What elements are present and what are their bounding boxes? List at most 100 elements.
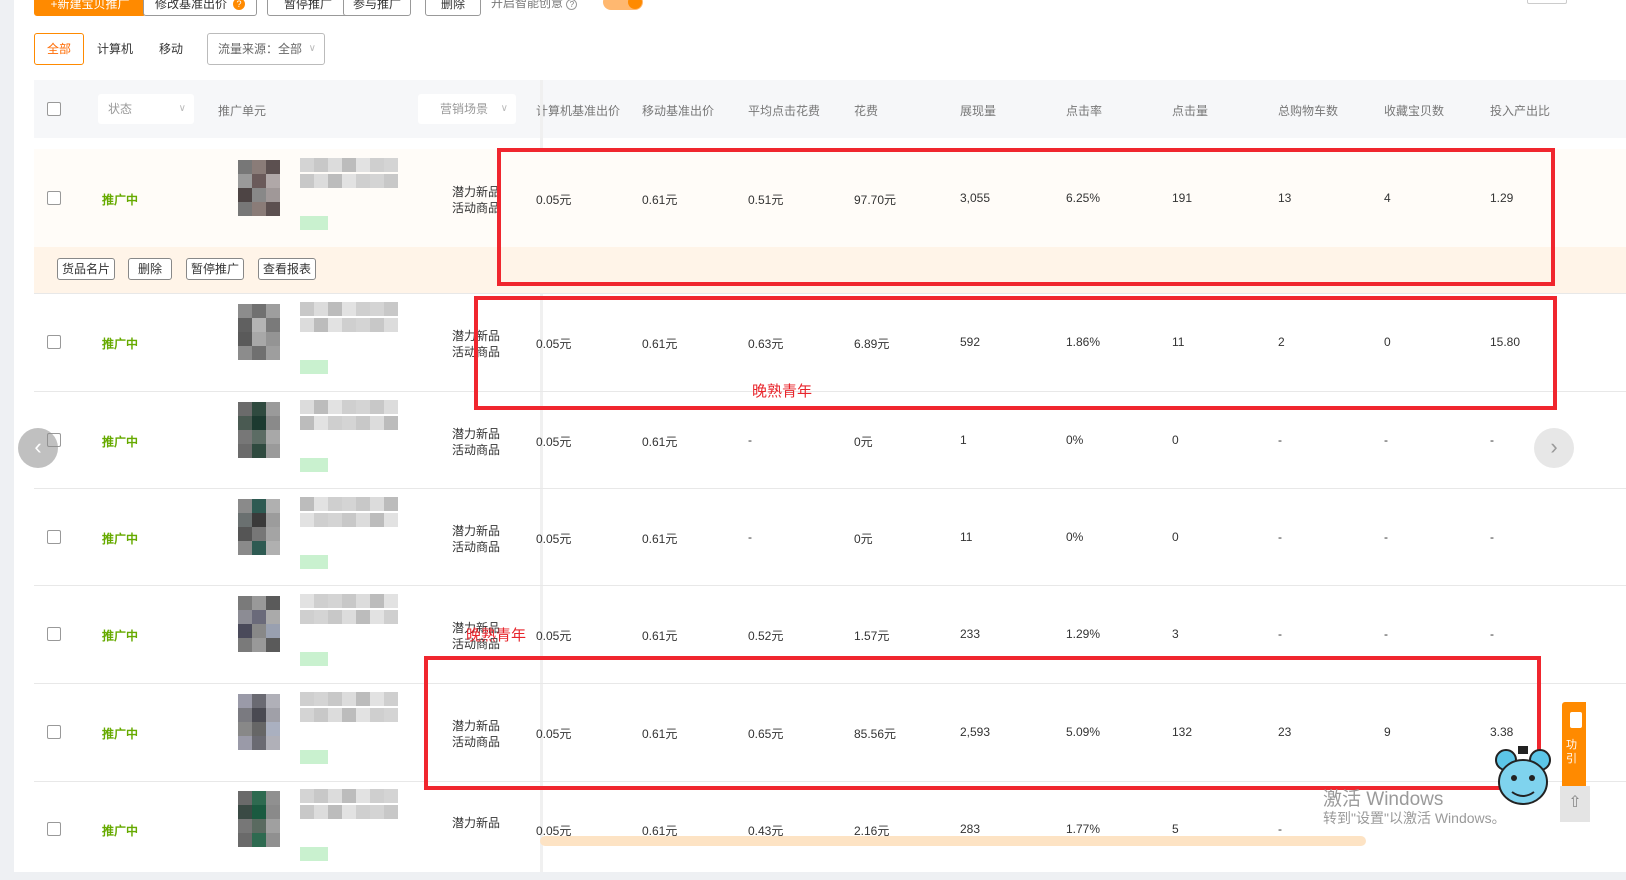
tab-computer[interactable]: 计算机 [84,33,146,65]
thumbnail-pixel [266,304,280,318]
back-to-top-button[interactable]: ⇧ [1560,786,1590,822]
product-tag [300,847,328,861]
view-report-button[interactable]: 查看报表 [258,258,316,280]
title-pixel [342,497,356,511]
title-pixel [328,692,342,706]
smart-creative-label: 开启智能创意 ? [491,0,578,11]
metric-header[interactable]: 展现量 [960,102,996,119]
status-filter[interactable]: 状态 ∨ [98,94,194,124]
row-checkbox[interactable] [47,627,61,641]
thumbnail-pixel [252,174,266,188]
highlight-box-1 [497,148,1555,286]
chevron-down-icon: ∨ [308,43,316,54]
metric-header[interactable]: 花费 [854,102,878,119]
row-pause-button[interactable]: 暂停推广 [186,258,244,280]
row-checkbox[interactable] [47,822,61,836]
marketing-scene: 潜力新品 [452,815,500,831]
row-delete-button[interactable]: 删除 [128,258,172,280]
metric-cell: - [1278,530,1282,544]
title-pixel [314,400,328,414]
product-title-blurred[interactable] [300,592,400,636]
metric-header[interactable]: 总购物车数 [1278,102,1338,119]
title-pixel [342,302,356,316]
metric-header[interactable]: 收藏宝贝数 [1384,102,1444,119]
title-pixel [300,416,314,430]
metric-cell: 1.29% [1066,627,1101,641]
join-button[interactable]: 参与推广 [343,0,411,16]
thumbnail-pixel [238,833,252,847]
delete-button[interactable]: 删除 [425,0,481,16]
scene-filter[interactable]: 营销场景 ∨ [418,94,516,124]
tab-all[interactable]: 全部 [34,33,85,65]
metric-cell: 0.61元 [642,435,678,449]
title-pixel [370,416,384,430]
thumbnail-pixel [238,513,252,527]
product-tag [300,652,328,666]
row-checkbox[interactable] [47,725,61,739]
title-pixel [370,302,384,316]
pause-button[interactable]: 暂停推广 [267,0,349,16]
scene-line: 潜力新品 [452,816,501,830]
product-thumbnail[interactable] [228,592,286,664]
thumbnail-pixel [266,541,280,555]
product-thumbnail[interactable] [228,398,286,470]
new-plan-button[interactable]: +新建宝贝推广 [34,0,146,16]
product-card-button[interactable]: 货品名片 [57,258,115,280]
scene-line: 潜力新品 [452,524,501,538]
title-pixel [342,158,356,172]
row-checkbox[interactable] [47,335,61,349]
metric-header[interactable]: 点击率 [1066,102,1102,119]
metric-header[interactable]: 投入产出比 [1490,102,1550,119]
thumbnail-pixel [266,188,280,202]
product-title-blurred[interactable] [300,690,400,734]
row-checkbox[interactable] [47,530,61,544]
select-all-checkbox[interactable] [47,102,61,116]
row-checkbox[interactable] [47,191,61,205]
thumbnail-pixel [266,430,280,444]
mascot-icon[interactable] [1494,744,1554,810]
scroll-right-button[interactable]: › [1534,428,1574,468]
thumbnail-pixel [252,833,266,847]
horizontal-scrollbar[interactable] [540,836,1366,846]
thumbnail-pixel [266,332,280,346]
side-widget-label-2: 引 [1566,753,1577,765]
thumbnail-pixel [238,346,252,360]
thumbnail-pixel [238,402,252,416]
marketing-scene: 潜力新品 活动商品 [452,184,500,216]
thumbnail-pixel [266,624,280,638]
modify-bid-button[interactable]: 修改基准出价? [143,0,257,16]
product-thumbnail[interactable] [228,156,286,228]
metric-header[interactable]: 移动基准出价 [642,102,714,119]
smart-creative-toggle[interactable] [603,0,643,10]
title-pixel [328,789,342,803]
product-title-blurred[interactable] [300,300,400,344]
metric-header[interactable]: 平均点击花费 [748,102,820,119]
product-thumbnail[interactable] [228,690,286,762]
metric-cell: 0% [1066,530,1084,544]
product-title-blurred[interactable] [300,787,400,831]
status-label: 推广中 [102,435,139,449]
traffic-source-select[interactable]: 流量来源：全部 ∨ [207,33,325,65]
product-title-blurred[interactable] [300,156,400,200]
metric-header[interactable]: 点击量 [1172,102,1208,119]
product-thumbnail[interactable] [228,300,286,372]
status-label: 推广中 [102,629,139,643]
title-pixel [314,302,328,316]
metric-header[interactable]: 计算机基准出价 [536,102,620,119]
thumbnail-pixel [252,332,266,346]
title-pixel [328,513,342,527]
tab-mobile[interactable]: 移动 [146,33,196,65]
title-pixel [314,318,328,332]
product-title-blurred[interactable] [300,495,400,539]
thumbnail-pixel [238,791,252,805]
title-pixel [300,805,314,819]
top-right-control[interactable] [1527,0,1567,4]
product-thumbnail[interactable] [228,787,286,859]
product-title-blurred[interactable] [300,398,400,442]
thumbnail-pixel [238,819,252,833]
title-pixel [370,692,384,706]
title-pixel [370,513,384,527]
product-thumbnail[interactable] [228,495,286,567]
scroll-left-button[interactable]: ‹ [18,428,58,468]
metric-cell: 11 [960,530,973,544]
